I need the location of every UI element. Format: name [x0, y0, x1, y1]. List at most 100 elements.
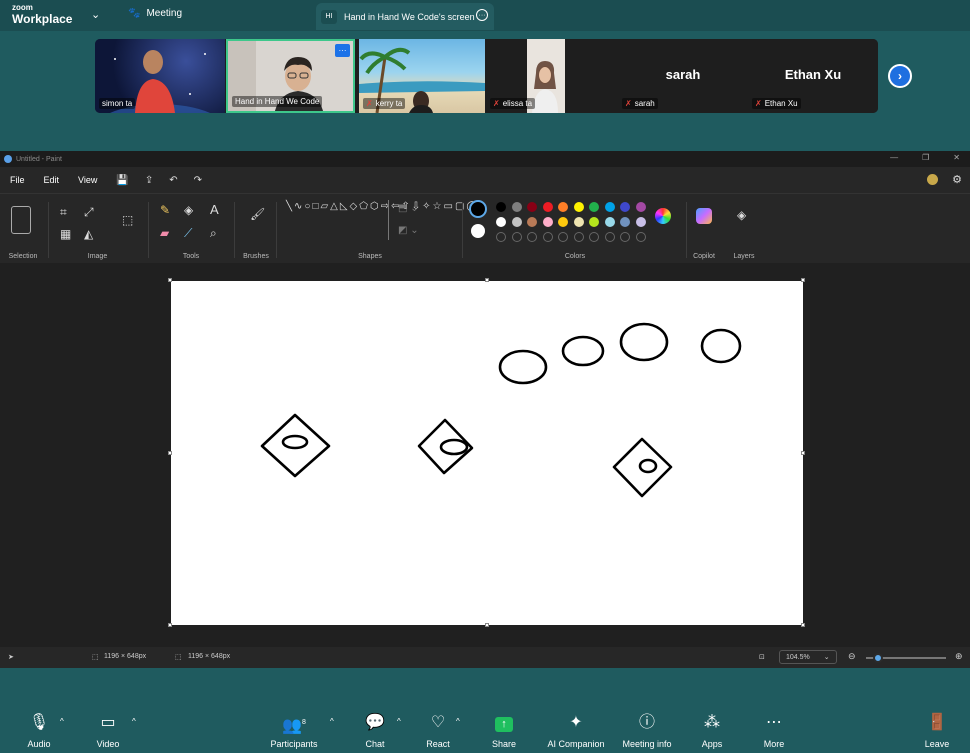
- redo-icon[interactable]: ↷: [194, 175, 202, 186]
- custom-color-slot[interactable]: [527, 232, 537, 242]
- pencil-icon[interactable]: ✎: [160, 204, 170, 216]
- tile-options-button[interactable]: ···: [335, 44, 350, 57]
- outline-icon[interactable]: ⬒ ⌄: [398, 204, 419, 214]
- undo-icon[interactable]: ↶: [169, 175, 177, 186]
- chevron-down-icon[interactable]: ⌄: [91, 8, 100, 21]
- rotate-icon[interactable]: ◭: [84, 228, 93, 240]
- participants-options-caret[interactable]: ^: [330, 717, 334, 726]
- custom-color-slot[interactable]: [558, 232, 568, 242]
- save-icon[interactable]: 💾: [116, 175, 128, 186]
- selection-tool-icon[interactable]: [11, 206, 31, 234]
- chat-options-caret[interactable]: ^: [397, 717, 401, 726]
- video-tile-sarah[interactable]: sarah ✗ sarah: [618, 39, 748, 113]
- color-swatch[interactable]: [558, 202, 568, 212]
- fill-bucket-icon[interactable]: ◈: [184, 204, 193, 216]
- react-button[interactable]: ♡ React: [424, 713, 452, 749]
- resize-handle[interactable]: [485, 278, 489, 282]
- color-swatch[interactable]: [589, 202, 599, 212]
- color-swatch[interactable]: [620, 217, 630, 227]
- share-icon[interactable]: ⇪: [145, 175, 153, 186]
- more-button[interactable]: ⋯ More: [760, 713, 788, 749]
- color-swatch[interactable]: [604, 202, 615, 212]
- color-swatch[interactable]: [511, 217, 522, 227]
- account-avatar[interactable]: [927, 174, 939, 185]
- edit-colors-icon[interactable]: [655, 208, 671, 224]
- meeting-info-button[interactable]: ⓘ Meeting info: [618, 713, 676, 749]
- menu-view[interactable]: View: [78, 175, 97, 185]
- color-swatch[interactable]: [542, 202, 553, 212]
- share-button[interactable]: ↑ Share: [490, 713, 518, 749]
- eraser-icon[interactable]: ▰: [160, 227, 169, 239]
- video-tile-elissa-ta[interactable]: ✗ elissa ta: [486, 39, 578, 113]
- custom-color-slot[interactable]: [589, 232, 599, 242]
- color-swatch[interactable]: [558, 217, 568, 227]
- resize-handle[interactable]: [168, 623, 172, 627]
- primary-color[interactable]: [469, 200, 487, 218]
- resize-handle[interactable]: [168, 278, 172, 282]
- more-options-icon[interactable]: ···: [476, 9, 488, 21]
- custom-color-slot[interactable]: [635, 232, 646, 242]
- audio-button[interactable]: 🎙 Audio: [24, 713, 54, 749]
- zoom-out-icon[interactable]: ⊖: [848, 651, 856, 662]
- resize-handle[interactable]: [168, 451, 172, 455]
- color-swatch[interactable]: [573, 217, 584, 227]
- resize-handle[interactable]: [801, 451, 805, 455]
- color-picker-icon[interactable]: ⟋: [184, 227, 192, 239]
- zoom-in-icon[interactable]: ⊕: [955, 651, 963, 662]
- video-tile-hand-in-hand-we-code[interactable]: ··· Hand in Hand We Code: [226, 39, 355, 113]
- fit-to-window-icon[interactable]: ⊡: [759, 653, 765, 661]
- ai-companion-button[interactable]: ✦ AI Companion: [545, 713, 607, 749]
- resize-handle[interactable]: [801, 623, 805, 627]
- fill-icon[interactable]: ◩ ⌄: [398, 226, 419, 236]
- copilot-icon[interactable]: [696, 208, 712, 224]
- maximize-icon[interactable]: ❐: [922, 153, 929, 162]
- custom-color-slot[interactable]: [620, 232, 630, 242]
- video-button[interactable]: ▭ Video: [93, 713, 123, 749]
- color-swatch[interactable]: [589, 217, 599, 227]
- leave-button[interactable]: 🚪 Leave: [922, 713, 952, 749]
- shapes-gallery[interactable]: ╲∿○□▱△◺◇⬠⬡⇨⇦⇧⇩✧☆▭▢◯: [286, 200, 478, 214]
- image-icon[interactable]: ▦: [60, 228, 71, 240]
- resize-icon[interactable]: ⤢: [84, 206, 94, 218]
- magnifier-icon[interactable]: ⌕: [210, 227, 217, 239]
- color-swatch[interactable]: [527, 202, 537, 212]
- color-swatch[interactable]: [635, 202, 646, 212]
- custom-color-slot[interactable]: [496, 232, 506, 242]
- menu-file[interactable]: File: [10, 175, 25, 185]
- meeting-tab[interactable]: 🐾 Meeting: [128, 8, 182, 19]
- background-removal-icon[interactable]: ⬚: [122, 214, 133, 226]
- resize-handle[interactable]: [801, 278, 805, 282]
- zoom-workplace-logo[interactable]: zoom Workplace: [12, 4, 72, 26]
- color-swatch[interactable]: [511, 202, 522, 212]
- crop-icon[interactable]: ⌗: [60, 206, 67, 218]
- custom-color-slot[interactable]: [542, 232, 553, 242]
- custom-color-slot[interactable]: [604, 232, 615, 242]
- text-icon[interactable]: A: [210, 203, 219, 216]
- color-swatch[interactable]: [604, 217, 615, 227]
- react-options-caret[interactable]: ^: [456, 717, 460, 726]
- drawing-canvas[interactable]: [171, 281, 803, 625]
- resize-handle[interactable]: [485, 623, 489, 627]
- audio-options-caret[interactable]: ^: [60, 717, 64, 726]
- color-swatch[interactable]: [496, 217, 506, 227]
- custom-color-slot[interactable]: [573, 232, 584, 242]
- chat-button[interactable]: 💬 Chat: [362, 713, 388, 749]
- video-tile-ethan-xu[interactable]: Ethan Xu ✗ Ethan Xu: [748, 39, 878, 113]
- custom-color-slot[interactable]: [511, 232, 522, 242]
- shared-screen-tab[interactable]: HI Hand in Hand We Code's screen ···: [316, 3, 494, 30]
- color-swatch[interactable]: [573, 202, 584, 212]
- gallery-scrollbar[interactable]: [388, 200, 389, 240]
- video-tile-kerry-ta[interactable]: ✗ kerry ta: [359, 39, 485, 113]
- color-swatch[interactable]: [542, 217, 553, 227]
- color-swatch[interactable]: [527, 217, 537, 227]
- video-tile-simon-ta[interactable]: simon ta: [95, 39, 225, 113]
- minimize-icon[interactable]: —: [890, 153, 898, 162]
- color-swatch[interactable]: [496, 202, 506, 212]
- close-icon[interactable]: ✕: [953, 153, 960, 162]
- zoom-slider-thumb[interactable]: [873, 653, 883, 663]
- secondary-color[interactable]: [471, 224, 485, 238]
- brush-icon[interactable]: 🖌: [250, 208, 265, 220]
- color-swatch[interactable]: [635, 217, 646, 227]
- menu-edit[interactable]: Edit: [44, 175, 60, 185]
- color-swatch[interactable]: [620, 202, 630, 212]
